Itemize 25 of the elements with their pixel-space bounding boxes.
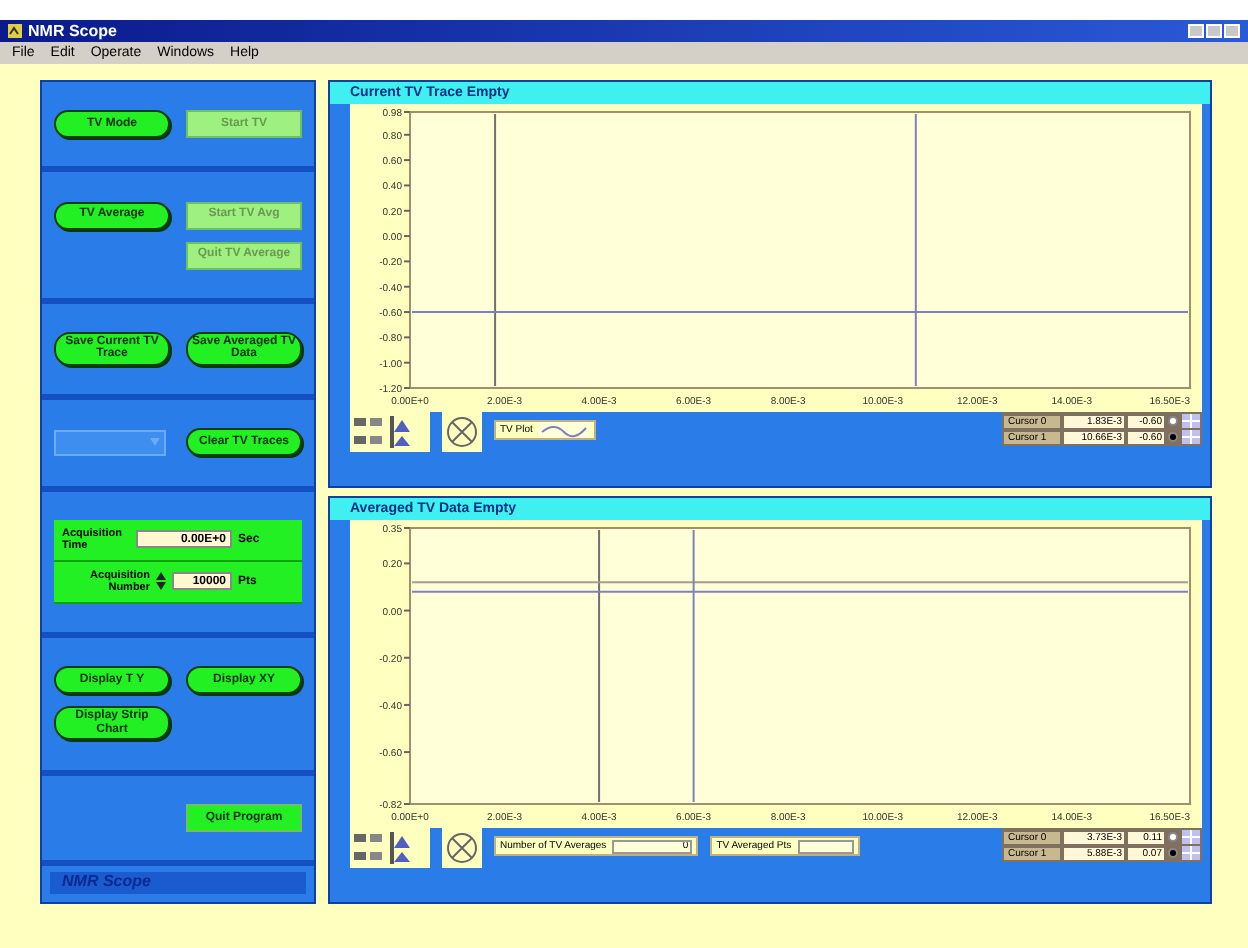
- cursor-line[interactable]: [411, 311, 1189, 314]
- graph-palette-icon[interactable]: [350, 828, 430, 868]
- caret-icon: [150, 438, 160, 447]
- pan-icon[interactable]: [442, 412, 482, 452]
- value-field[interactable]: [797, 839, 854, 853]
- cursor-line[interactable]: [692, 529, 695, 803]
- cursor-select-dot[interactable]: [1168, 848, 1178, 858]
- cursor-line[interactable]: [411, 581, 1189, 584]
- app-icon: [8, 24, 22, 38]
- pan-icon[interactable]: [442, 828, 482, 868]
- window-title: NMR Scope: [28, 22, 117, 40]
- close-button[interactable]: [1224, 24, 1240, 38]
- spinner-icon[interactable]: [156, 572, 166, 591]
- line-style-icon: [538, 422, 591, 438]
- cursor-line[interactable]: [411, 590, 1189, 593]
- cursor-line[interactable]: [914, 113, 917, 387]
- cursor-select-dot[interactable]: [1168, 432, 1178, 442]
- footer-label: NMR Scope: [62, 874, 151, 891]
- cursor-select-dot[interactable]: [1168, 832, 1178, 842]
- cursor-line[interactable]: [494, 113, 497, 387]
- graph-palette-icon[interactable]: [350, 412, 430, 452]
- cursor-line[interactable]: [598, 529, 601, 803]
- minimize-button[interactable]: [1188, 24, 1204, 38]
- maximize-button[interactable]: [1206, 24, 1222, 38]
- cursor-select-dot[interactable]: [1168, 416, 1178, 426]
